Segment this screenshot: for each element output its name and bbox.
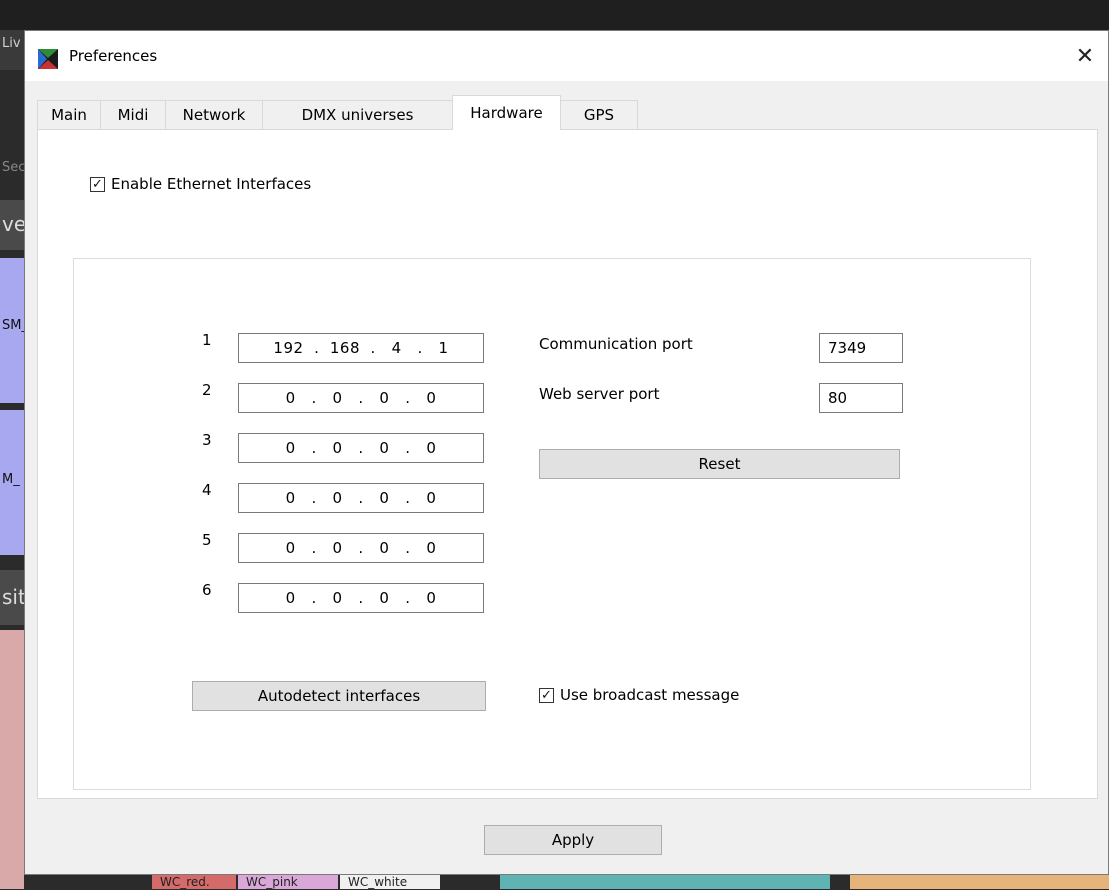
background-tab-label: Liv <box>2 36 21 51</box>
ip-address-input[interactable]: 192 . 168 . 4 . 1 <box>238 333 484 363</box>
dialog-title: Preferences <box>69 47 158 65</box>
communication-port-input[interactable]: 7349 <box>819 333 903 363</box>
enable-ethernet-checkbox[interactable]: ✓ Enable Ethernet Interfaces <box>90 175 311 193</box>
background-teal-tile <box>500 875 830 889</box>
interface-number: 3 <box>202 431 212 449</box>
interface-number: 6 <box>202 581 212 599</box>
ip-address-input[interactable]: 0 . 0 . 0 . 0 <box>238 583 484 613</box>
use-broadcast-label: Use broadcast message <box>560 686 740 704</box>
tab-hardware[interactable]: Hardware <box>452 95 561 130</box>
title-bar: Preferences ✕ <box>25 31 1108 81</box>
web-server-port-input[interactable]: 80 <box>819 383 903 413</box>
preferences-dialog: Preferences ✕ Main Midi Network DMX univ… <box>24 30 1109 875</box>
web-server-port-label: Web server port <box>539 385 660 403</box>
tab-gps[interactable]: GPS <box>560 100 638 129</box>
interface-number: 5 <box>202 531 212 549</box>
autodetect-interfaces-button[interactable]: Autodetect interfaces <box>192 681 486 711</box>
ip-address-input[interactable]: 0 . 0 . 0 . 0 <box>238 483 484 513</box>
ip-address-input[interactable]: 0 . 0 . 0 . 0 <box>238 533 484 563</box>
ip-address-input[interactable]: 0 . 0 . 0 . 0 <box>238 433 484 463</box>
background-ve-label: ve <box>2 212 27 236</box>
tab-dmx-universes[interactable]: DMX universes <box>262 100 453 129</box>
tab-main[interactable]: Main <box>37 100 101 129</box>
background-app-topbar <box>0 0 1109 30</box>
hardware-tab-panel: ✓ Enable Ethernet Interfaces 1 192 . 168… <box>37 129 1098 799</box>
interface-number: 4 <box>202 481 212 499</box>
preferences-app-icon <box>38 49 58 69</box>
enable-ethernet-label: Enable Ethernet Interfaces <box>111 175 312 193</box>
tab-midi[interactable]: Midi <box>100 100 166 129</box>
background-sit-label: sit <box>2 585 26 609</box>
background-sec-label: Sec <box>2 160 26 175</box>
close-button[interactable]: ✕ <box>1062 31 1108 81</box>
ethernet-interfaces-group: 1 192 . 168 . 4 . 1 2 0 . 0 . 0 . 0 3 0 … <box>73 258 1031 790</box>
ip-address-input[interactable]: 0 . 0 . 0 . 0 <box>238 383 484 413</box>
communication-port-label: Communication port <box>539 335 693 353</box>
checkbox-checked-icon: ✓ <box>539 687 554 703</box>
reset-button[interactable]: Reset <box>539 449 900 479</box>
tab-network[interactable]: Network <box>165 100 263 129</box>
apply-button[interactable]: Apply <box>484 825 662 855</box>
background-orange-tile <box>850 875 1090 889</box>
background-pink-block <box>0 630 24 889</box>
interface-number: 1 <box>202 331 212 349</box>
background-m-label: M_ <box>2 472 20 487</box>
close-icon: ✕ <box>1075 43 1095 69</box>
use-broadcast-checkbox[interactable]: ✓ Use broadcast message <box>539 686 739 704</box>
interface-number: 2 <box>202 381 212 399</box>
checkbox-checked-icon: ✓ <box>90 176 105 192</box>
